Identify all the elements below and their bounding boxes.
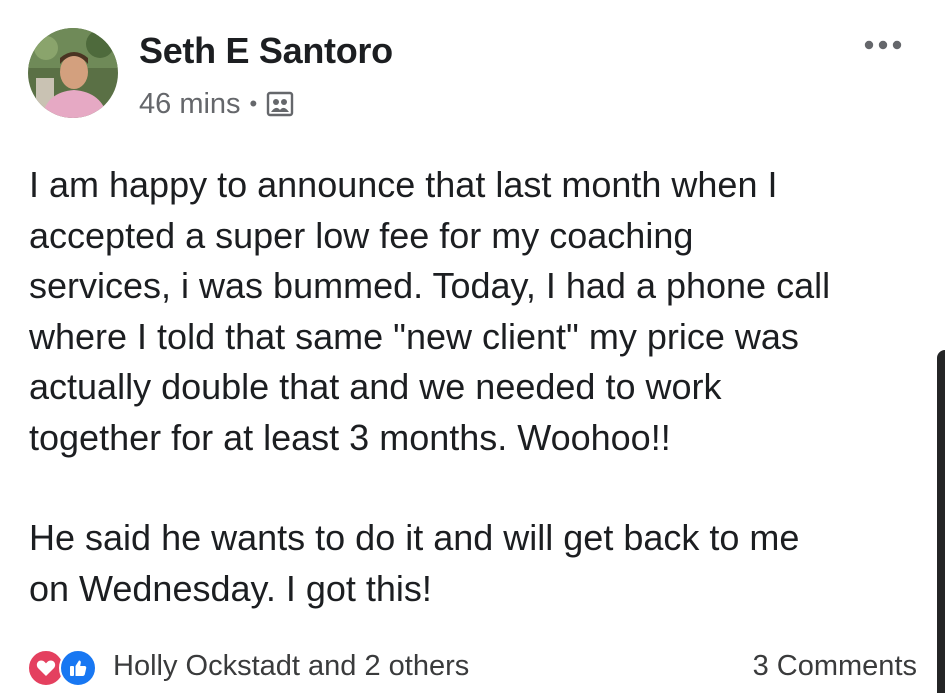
author-name[interactable]: Seth E Santoro bbox=[139, 30, 393, 72]
post-paragraph: He said he wants to do it and will get b… bbox=[29, 517, 800, 609]
post-text: I am happy to announce that last month w… bbox=[29, 160, 929, 614]
reaction-icons bbox=[27, 645, 105, 687]
avatar-photo bbox=[28, 28, 118, 118]
reactions-summary[interactable]: Holly Ockstadt and 2 others bbox=[27, 645, 469, 687]
comments-count-link[interactable]: 3 Comments bbox=[753, 650, 917, 683]
reactions-summary-text: Holly Ockstadt and 2 others bbox=[113, 649, 470, 682]
post-footer: Holly Ockstadt and 2 others 3 Comments bbox=[27, 640, 917, 692]
scrollbar-edge bbox=[937, 350, 945, 693]
like-icon bbox=[59, 649, 97, 687]
more-dots-icon bbox=[864, 40, 902, 50]
post-meta: 46 mins • bbox=[139, 84, 294, 124]
post-paragraph: I am happy to announce that last month w… bbox=[29, 164, 831, 458]
friends-group-icon[interactable] bbox=[266, 90, 294, 118]
more-options-button[interactable] bbox=[861, 30, 905, 60]
post-timestamp[interactable]: 46 mins bbox=[139, 88, 241, 121]
meta-separator: • bbox=[249, 91, 258, 116]
author-avatar[interactable] bbox=[28, 28, 118, 118]
